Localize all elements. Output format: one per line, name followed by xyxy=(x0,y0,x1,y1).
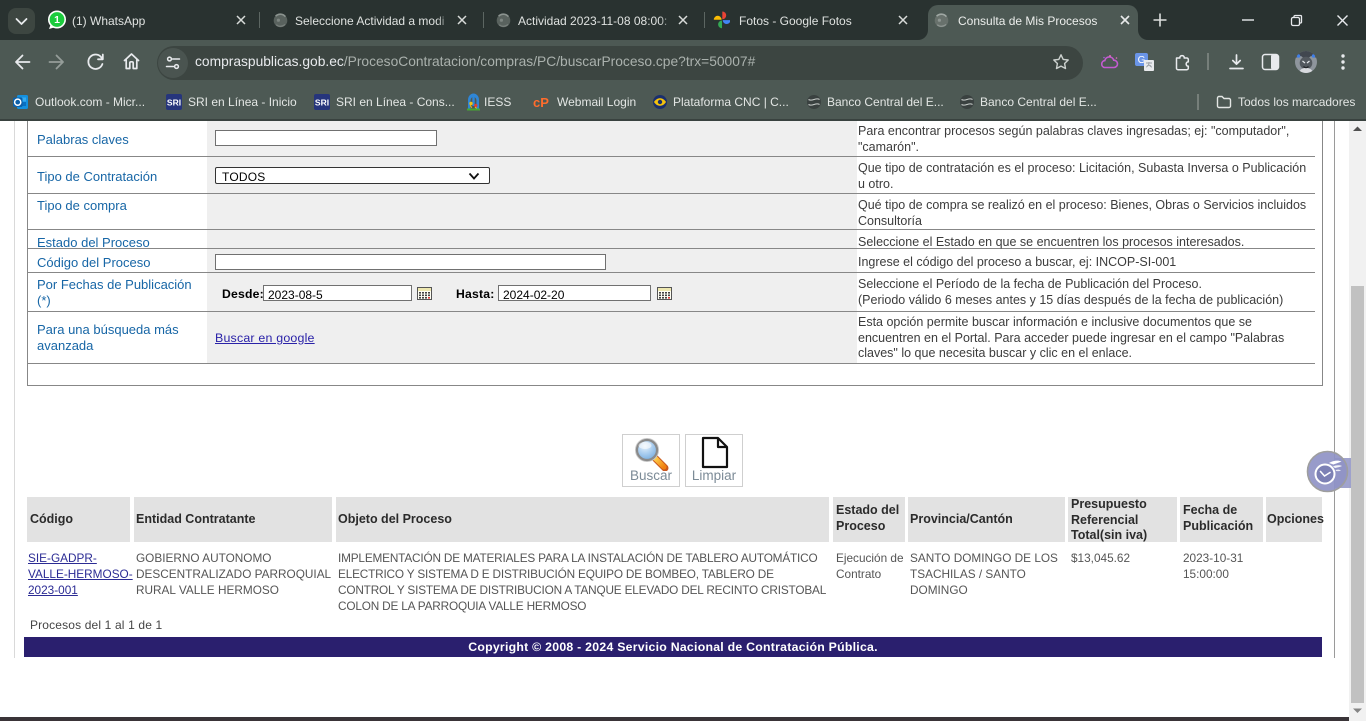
svg-text:SRI: SRI xyxy=(315,98,329,108)
svg-text:1: 1 xyxy=(54,14,60,26)
svg-text:cP: cP xyxy=(533,95,549,110)
svg-text:SRI: SRI xyxy=(167,98,181,108)
